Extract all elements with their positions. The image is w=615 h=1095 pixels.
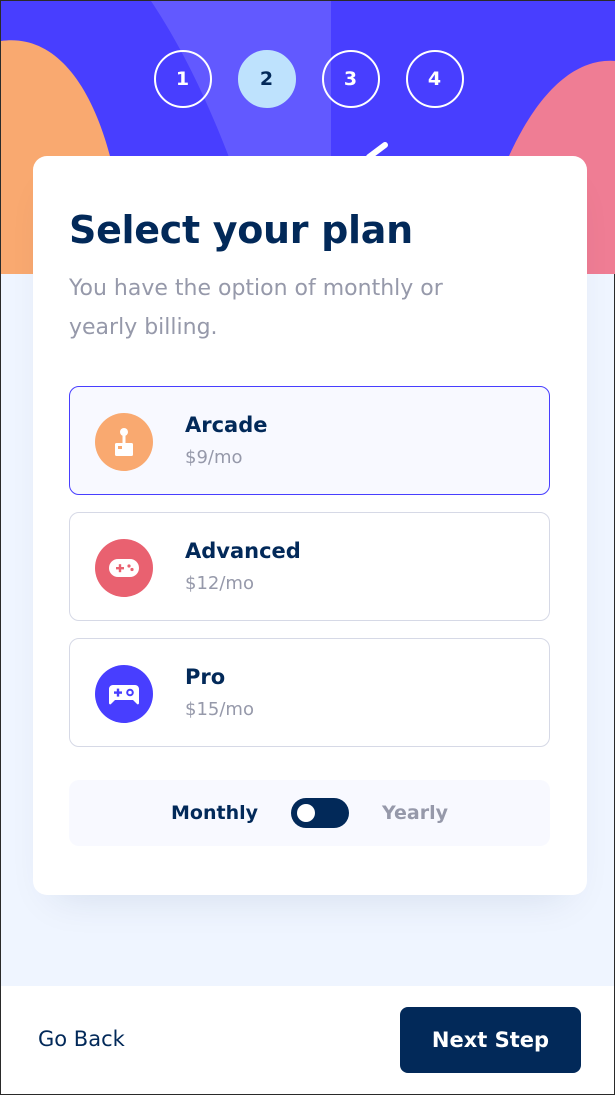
plan-price: $12/mo (185, 573, 254, 594)
monthly-label[interactable]: Monthly (171, 802, 258, 824)
go-back-button[interactable]: Go Back (38, 1027, 125, 1051)
billing-toggle-row: Monthly Yearly (69, 780, 550, 846)
arcade-joystick-icon (95, 413, 153, 471)
plan-name: Pro (185, 665, 226, 689)
step-1[interactable]: 1 (153, 50, 212, 108)
plan-option-pro[interactable]: Pro $15/mo (69, 638, 550, 747)
plan-name: Advanced (185, 539, 301, 563)
gamepad-icon (95, 539, 153, 597)
footer-nav: Go Back Next Step (1, 986, 614, 1094)
plan-price: $15/mo (185, 699, 254, 720)
billing-toggle-switch[interactable] (291, 798, 349, 828)
controller-icon (95, 665, 153, 723)
plan-price: $9/mo (185, 447, 243, 468)
yearly-label[interactable]: Yearly (382, 802, 448, 824)
toggle-knob (297, 804, 315, 822)
step-3[interactable]: 3 (321, 50, 380, 108)
next-step-button[interactable]: Next Step (400, 1007, 581, 1073)
page-subtitle: You have the option of monthly or yearly… (69, 276, 443, 340)
plan-option-arcade[interactable]: Arcade $9/mo (69, 386, 550, 495)
step-2-active[interactable]: 2 (237, 50, 296, 108)
step-indicator: 1 2 3 4 (1, 50, 615, 108)
plan-option-advanced[interactable]: Advanced $12/mo (69, 512, 550, 621)
plan-form-card: Select your plan You have the option of … (33, 156, 587, 895)
page-title: Select your plan (69, 208, 413, 252)
step-4[interactable]: 4 (405, 50, 464, 108)
plan-name: Arcade (185, 413, 268, 437)
